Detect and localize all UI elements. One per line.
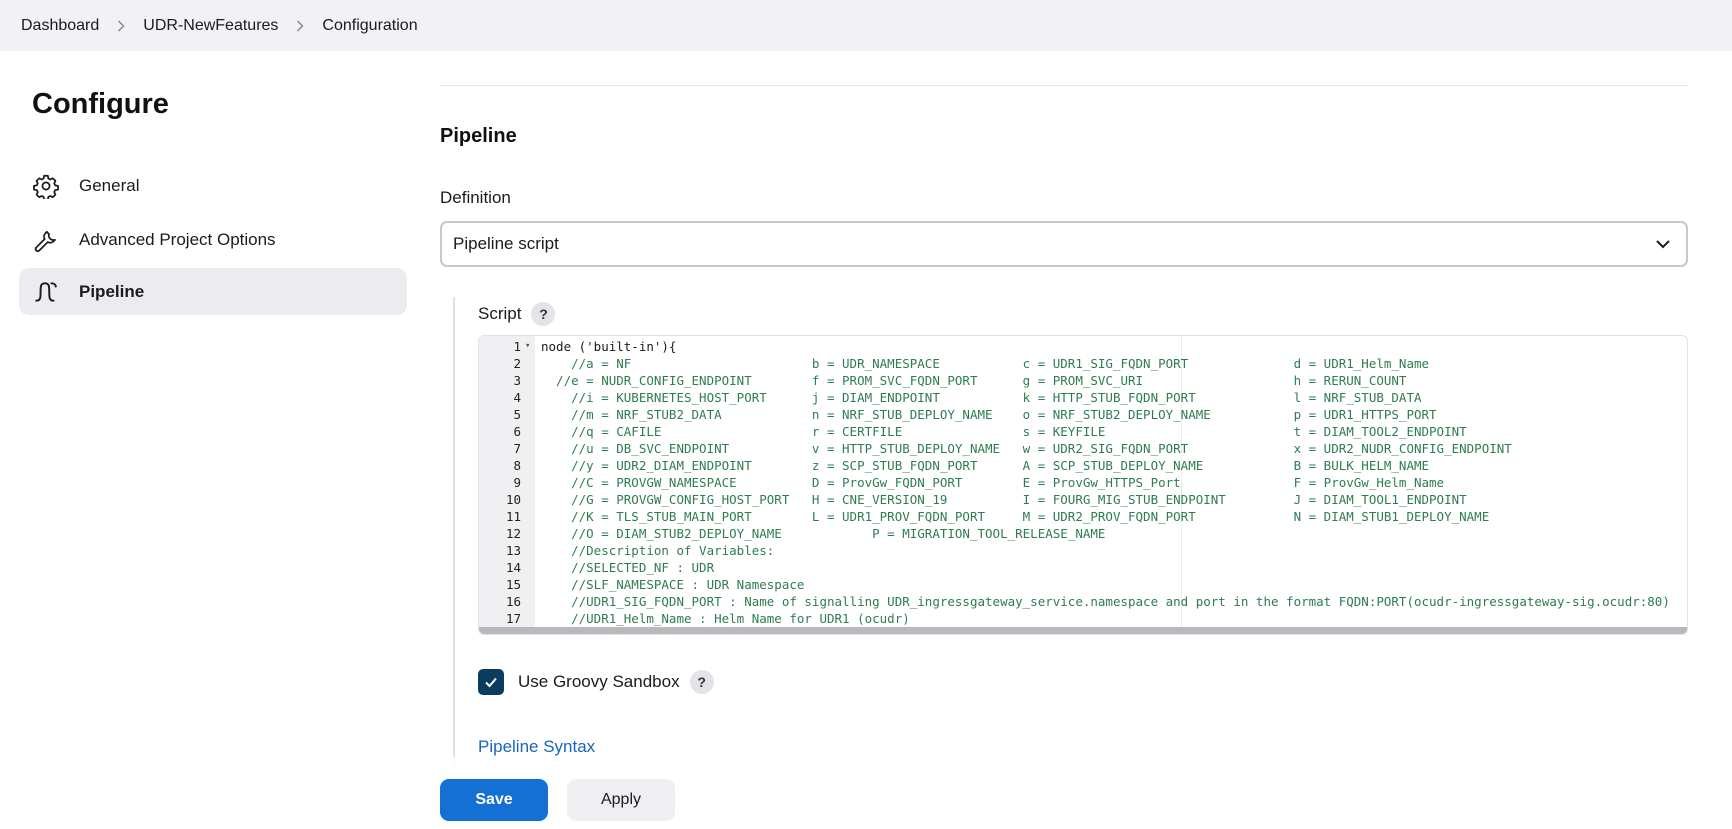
- code-text: //SLF_NAMESPACE : UDR Namespace: [541, 577, 805, 592]
- line-number: 13: [505, 543, 521, 558]
- code-text: //Description of Variables:: [541, 543, 775, 558]
- breadcrumb-configuration[interactable]: Configuration: [322, 17, 417, 35]
- line-number: 6: [513, 424, 521, 439]
- code-text: //K = TLS_STUB_MAIN_PORT L = UDR1_PROV_F…: [541, 509, 1490, 524]
- line-number: 2: [513, 356, 521, 371]
- code-line: 4 //i = KUBERNETES_HOST_PORT j = DIAM_EN…: [479, 389, 1687, 406]
- code-text: node ('built-in'){: [541, 339, 677, 354]
- divider: [440, 85, 1688, 86]
- code-line: 11 //K = TLS_STUB_MAIN_PORT L = UDR1_PRO…: [479, 508, 1687, 525]
- page-title: Configure: [32, 88, 169, 120]
- fold-arrow-icon[interactable]: ▾: [525, 338, 530, 355]
- code-text: //i = KUBERNETES_HOST_PORT j = DIAM_ENDP…: [541, 390, 1422, 405]
- sidebar-item-advanced-project-options[interactable]: Advanced Project Options: [19, 216, 407, 263]
- save-button[interactable]: Save: [440, 779, 548, 821]
- code-line: 16 //UDR1_SIG_FQDN_PORT : Name of signal…: [479, 593, 1687, 610]
- breadcrumb: Dashboard UDR-NewFeatures Configuration: [0, 0, 1732, 51]
- code-text: //q = CAFILE r = CERTFILE s = KEYFILE t …: [541, 424, 1467, 439]
- sandbox-checkbox[interactable]: [478, 669, 504, 695]
- code-line: 5 //m = NRF_STUB2_DATA n = NRF_STUB_DEPL…: [479, 406, 1687, 423]
- code-text: //C = PROVGW_NAMESPACE D = ProvGw_FQDN_P…: [541, 475, 1445, 490]
- code-lines: 1 ▾ node ('built-in'){2 //a = NF b = UDR_N…: [479, 338, 1687, 634]
- code-line: 1 ▾ node ('built-in'){: [479, 338, 1687, 355]
- line-number: 11: [505, 509, 521, 524]
- code-text: //O = DIAM_STUB2_DEPLOY_NAME P = MIGRATI…: [541, 526, 1106, 541]
- code-line: 10 //G = PROVGW_CONFIG_HOST_PORT H = CNE…: [479, 491, 1687, 508]
- script-label: Script ?: [478, 302, 556, 326]
- pipeline-icon: [32, 278, 60, 306]
- code-text: //UDR1_Helm_Name : Helm Name for UDR1 (o…: [541, 611, 910, 626]
- line-number: 9: [513, 475, 521, 490]
- code-line: 7 //u = DB_SVC_ENDPOINT v = HTTP_STUB_DE…: [479, 440, 1687, 457]
- breadcrumb-project[interactable]: UDR-NewFeatures: [143, 17, 278, 35]
- code-text: //e = NUDR_CONFIG_ENDPOINT f = PROM_SVC_…: [541, 373, 1407, 388]
- code-line: 15 //SLF_NAMESPACE : UDR Namespace: [479, 576, 1687, 593]
- code-text: //u = DB_SVC_ENDPOINT v = HTTP_STUB_DEPL…: [541, 441, 1512, 456]
- code-text: //m = NRF_STUB2_DATA n = NRF_STUB_DEPLOY…: [541, 407, 1437, 422]
- code-text: //UDR1_SIG_FQDN_PORT : Name of signallin…: [541, 594, 1670, 609]
- script-label-text: Script: [478, 304, 522, 323]
- gear-icon: [32, 172, 60, 200]
- breadcrumb-dashboard[interactable]: Dashboard: [21, 17, 99, 35]
- apply-button[interactable]: Apply: [567, 779, 675, 821]
- definition-select[interactable]: Pipeline script: [440, 221, 1688, 267]
- line-number: 1: [513, 339, 521, 354]
- code-line: 6 //q = CAFILE r = CERTFILE s = KEYFILE …: [479, 423, 1687, 440]
- groovy-sandbox-option: Use Groovy Sandbox ?: [478, 669, 714, 695]
- help-icon[interactable]: ?: [531, 302, 556, 326]
- chevron-right-icon: [296, 19, 304, 32]
- line-number: 12: [505, 526, 521, 541]
- pipeline-syntax-link[interactable]: Pipeline Syntax: [478, 737, 595, 757]
- line-number: 16: [505, 594, 521, 609]
- sandbox-label: Use Groovy Sandbox: [518, 672, 680, 691]
- line-number: 7: [513, 441, 521, 456]
- line-number: 15: [505, 577, 521, 592]
- code-line: 13 //Description of Variables:: [479, 542, 1687, 559]
- code-line: 2 //a = NF b = UDR_NAMESPACE c = UDR1_SI…: [479, 355, 1687, 372]
- line-number: 5: [513, 407, 521, 422]
- chevron-down-icon: [1654, 235, 1672, 258]
- check-icon: [485, 677, 497, 688]
- line-number: 10: [505, 492, 521, 507]
- sidebar-item-label: Pipeline: [79, 281, 145, 301]
- line-number: 14: [505, 560, 521, 575]
- chevron-right-icon: [117, 19, 125, 32]
- code-text: //G = PROVGW_CONFIG_HOST_PORT H = CNE_VE…: [541, 492, 1467, 507]
- code-line: 17 //UDR1_Helm_Name : Helm Name for UDR1…: [479, 610, 1687, 627]
- line-number: 4: [513, 390, 521, 405]
- wrench-icon: [32, 226, 60, 254]
- horizontal-scrollbar[interactable]: [479, 627, 1687, 634]
- code-text: //a = NF b = UDR_NAMESPACE c = UDR1_SIG_…: [541, 356, 1430, 371]
- code-line: 14 //SELECTED_NF : UDR: [479, 559, 1687, 576]
- line-number: 3: [513, 373, 521, 388]
- sidebar-item-label: Advanced Project Options: [79, 229, 276, 249]
- sidebar-item-pipeline[interactable]: Pipeline: [19, 268, 407, 315]
- section-title: Pipeline: [440, 125, 517, 147]
- sidebar-item-label: General: [79, 175, 140, 195]
- help-icon[interactable]: ?: [689, 670, 714, 694]
- definition-select-value: Pipeline script: [453, 234, 559, 253]
- code-text: //y = UDR2_DIAM_ENDPOINT z = SCP_STUB_FQ…: [541, 458, 1430, 473]
- code-line: 3 //e = NUDR_CONFIG_ENDPOINT f = PROM_SV…: [479, 372, 1687, 389]
- code-line: 12 //O = DIAM_STUB2_DEPLOY_NAME P = MIGR…: [479, 525, 1687, 542]
- line-number: 17: [505, 611, 521, 626]
- section-indent-line: [453, 297, 455, 767]
- sidebar-item-general[interactable]: General: [19, 162, 407, 209]
- code-text: //SELECTED_NF : UDR: [541, 560, 715, 575]
- code-line: 9 //C = PROVGW_NAMESPACE D = ProvGw_FQDN…: [479, 474, 1687, 491]
- line-number: 8: [513, 458, 521, 473]
- code-line: 8 //y = UDR2_DIAM_ENDPOINT z = SCP_STUB_…: [479, 457, 1687, 474]
- script-editor[interactable]: 1 ▾ node ('built-in'){2 //a = NF b = UDR_N…: [478, 335, 1688, 635]
- definition-label: Definition: [440, 188, 511, 207]
